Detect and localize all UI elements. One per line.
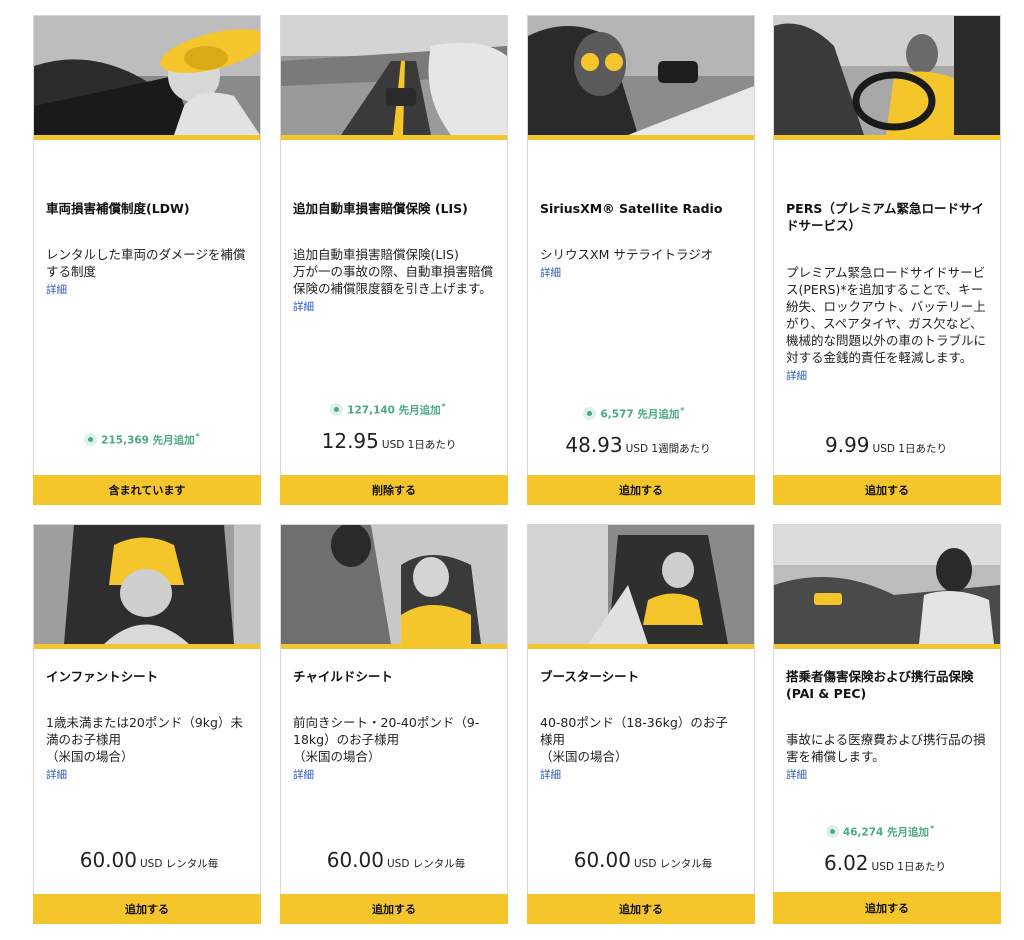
smiling-woman-driving-photo [774, 16, 1000, 140]
price: 48.93 USD 1週間あたり [522, 433, 754, 457]
price: 12.95 USD 1日あたり [271, 429, 507, 453]
addon-description-text: 40-80ポンド（18-36kg）のお子様用 （米国の場合） [540, 715, 728, 764]
addon-title: ブースターシート [540, 669, 640, 684]
addon-description-text: 前向きシート・20-40ポンド（9-18kg）のお子様用 （米国の場合） [293, 715, 480, 764]
price-unit: USD 1週間あたり [625, 443, 711, 455]
price-unit: USD レンタル毎 [633, 858, 713, 870]
road-from-car-window-photo [281, 16, 507, 140]
status-dot-icon [825, 824, 839, 838]
price-amount: 60.00 [79, 848, 137, 872]
child-in-booster-seat-photo [528, 525, 754, 649]
added-last-month-badge: 46,274 先月追加* [760, 824, 1000, 840]
added-last-month-count: 46,274 先月追加 [842, 826, 929, 839]
add-button[interactable]: 追加する [527, 475, 755, 505]
price-amount: 6.02 [824, 851, 869, 875]
addon-description: 追加自動車損害賠償保険(LIS) 万が一の事故の際、自動車損害賠償保険の補償限度… [293, 229, 493, 333]
status-dot-icon [330, 402, 344, 416]
add-button[interactable]: 追加する [773, 475, 1001, 505]
price: 6.02 USD 1日あたり [770, 851, 1000, 875]
price-amount: 12.95 [321, 429, 379, 453]
added-last-month-badge: 127,140 先月追加* [269, 402, 507, 418]
footnote-mark: * [680, 406, 685, 415]
addon-card-infant-seat: インファントシート 1歳未満または20ポンド（9kg）未満のお子様用 （米国の場… [33, 524, 261, 924]
price: 60.00 USD レンタル毎 [38, 848, 260, 872]
footnote-mark: * [930, 824, 935, 833]
addon-title: チャイルドシート [293, 669, 393, 684]
price: 60.00 USD レンタル毎 [532, 848, 754, 872]
addon-title: 搭乗者傷害保険および携行品保険 (PAI & PEC) [786, 669, 974, 701]
price-unit: USD レンタル毎 [386, 858, 466, 870]
addon-description-text: レンタルした車両のダメージを補償する制度 [46, 247, 246, 279]
addon-card-siriusxm: SiriusXM® Satellite Radio シリウスXM サテライトラジ… [527, 15, 755, 505]
price-amount: 9.99 [825, 433, 870, 457]
addon-title: インファントシート [46, 669, 159, 684]
addon-description: 1歳未満または20ポンド（9kg）未満のお子様用 （米国の場合） 詳細 [46, 697, 246, 801]
addon-card-ldw: 車両損害補償制度(LDW) レンタルした車両のダメージを補償する制度 詳細 21… [33, 15, 261, 505]
included-button[interactable]: 含まれています [33, 475, 261, 505]
convertible-driver-photo [774, 525, 1000, 649]
child-in-car-seat-photo [281, 525, 507, 649]
price: 9.99 USD 1日あたり [772, 433, 1000, 457]
addon-description-text: 1歳未満または20ポンド（9kg）未満のお子様用 （米国の場合） [46, 715, 243, 764]
details-link[interactable]: 詳細 [293, 299, 493, 316]
add-button[interactable]: 追加する [280, 894, 508, 924]
added-last-month-count: 6,577 先月追加 [600, 408, 680, 421]
woman-with-sunglasses-photo [528, 16, 754, 140]
infant-in-car-seat-photo [34, 525, 260, 649]
addon-description-text: シリウスXM サテライトラジオ [540, 247, 714, 262]
added-last-month-badge: 6,577 先月追加* [514, 406, 754, 422]
price-unit: USD 1日あたり [871, 861, 946, 873]
price-unit: USD レンタル毎 [139, 858, 219, 870]
addon-card-booster-seat: ブースターシート 40-80ポンド（18-36kg）のお子様用 （米国の場合） … [527, 524, 755, 924]
addon-description: 前向きシート・20-40ポンド（9-18kg）のお子様用 （米国の場合） 詳細 [293, 697, 493, 801]
addon-description: シリウスXM サテライトラジオ 詳細 [540, 229, 740, 299]
footnote-mark: * [441, 402, 446, 411]
price-amount: 60.00 [326, 848, 384, 872]
added-last-month-badge: 215,369 先月追加* [24, 432, 260, 448]
add-button[interactable]: 追加する [527, 894, 755, 924]
addon-description: 事故による医療費および携行品の損害を補償します。 詳細 [786, 714, 986, 801]
details-link[interactable]: 詳細 [540, 767, 740, 784]
price-amount: 60.00 [573, 848, 631, 872]
addon-description: 40-80ポンド（18-36kg）のお子様用 （米国の場合） 詳細 [540, 697, 740, 801]
details-link[interactable]: 詳細 [46, 767, 246, 784]
price-unit: USD 1日あたり [872, 443, 947, 455]
details-link[interactable]: 詳細 [540, 265, 740, 282]
price-amount: 48.93 [565, 433, 623, 457]
addon-description: レンタルした車両のダメージを補償する制度 詳細 [46, 229, 246, 316]
details-link[interactable]: 詳細 [786, 368, 986, 385]
details-link[interactable]: 詳細 [293, 767, 493, 784]
addon-title: 追加自動車損害賠償保険 (LIS) [293, 201, 468, 216]
woman-with-sunhat-in-car-photo [34, 16, 260, 140]
added-last-month-count: 127,140 先月追加 [347, 404, 441, 417]
footnote-mark: * [195, 432, 200, 441]
addon-title: 車両損害補償制度(LDW) [46, 201, 190, 216]
add-button[interactable]: 追加する [33, 894, 261, 924]
status-dot-icon [583, 406, 597, 420]
add-button[interactable]: 追加する [773, 892, 1001, 924]
addon-description-text: 事故による医療費および携行品の損害を補償します。 [786, 732, 986, 764]
status-dot-icon [84, 432, 98, 446]
addon-description: プレミアム緊急ロードサイドサービス(PERS)*を追加することで、キー紛失、ロッ… [786, 247, 986, 402]
addon-card-pers: PERS（プレミアム緊急ロードサイドサービス） プレミアム緊急ロードサイドサービ… [773, 15, 1001, 505]
addon-card-pai-pec: 搭乗者傷害保険および携行品保険 (PAI & PEC) 事故による医療費および携… [773, 524, 1001, 924]
addon-card-lis: 追加自動車損害賠償保険 (LIS) 追加自動車損害賠償保険(LIS) 万が一の事… [280, 15, 508, 505]
details-link[interactable]: 詳細 [786, 767, 986, 784]
addon-title: SiriusXM® Satellite Radio [540, 201, 723, 216]
price-unit: USD 1日あたり [381, 439, 457, 451]
price: 60.00 USD レンタル毎 [285, 848, 507, 872]
addon-description-text: 追加自動車損害賠償保険(LIS) 万が一の事故の際、自動車損害賠償保険の補償限度… [293, 247, 494, 296]
remove-button[interactable]: 削除する [280, 475, 508, 505]
added-last-month-count: 215,369 先月追加 [101, 434, 195, 447]
addon-description-text: プレミアム緊急ロードサイドサービス(PERS)*を追加することで、キー紛失、ロッ… [786, 265, 987, 365]
addon-card-child-seat: チャイルドシート 前向きシート・20-40ポンド（9-18kg）のお子様用 （米… [280, 524, 508, 924]
addon-title: PERS（プレミアム緊急ロードサイドサービス） [786, 201, 984, 233]
details-link[interactable]: 詳細 [46, 282, 246, 299]
